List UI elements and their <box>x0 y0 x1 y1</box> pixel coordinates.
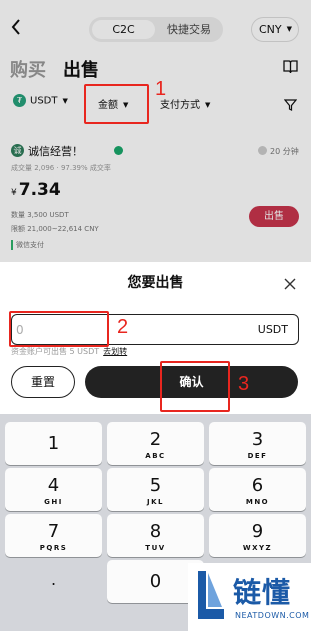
key-digit: 3 <box>251 429 264 450</box>
key-3[interactable]: 3 DEF <box>209 422 306 465</box>
key-digit: 4 <box>47 475 60 496</box>
key-6[interactable]: 6 MNO <box>209 468 306 511</box>
key-digit: 2 <box>149 429 162 450</box>
sell-sheet: 您要出售 USDT 2 资金账户可出售 5 USDT去划转 重置 确认 3 <box>0 262 311 414</box>
key-7[interactable]: 7 PQRS <box>5 514 102 557</box>
key-4[interactable]: 4 GHI <box>5 468 102 511</box>
key-2[interactable]: 2 ABC <box>107 422 204 465</box>
key-letters: DEF <box>247 452 268 460</box>
annotation-label-2: 2 <box>117 316 129 338</box>
key-digit: 5 <box>149 475 162 496</box>
key-dot[interactable]: . <box>5 560 102 603</box>
watermark-text: 链懂 <box>233 576 292 609</box>
annotation-label-1: 1 <box>155 78 167 100</box>
watermark-mark-icon <box>196 569 226 621</box>
key-5[interactable]: 5 JKL <box>107 468 204 511</box>
key-letters: WXYZ <box>242 544 273 552</box>
background-page: C2C 快捷交易 CNY ▼ 购买 出售 ₮ USDT ▼ 金额 ▼ 支付方式 ▼ 诚 … <box>0 0 311 262</box>
key-digit: 1 <box>47 433 60 454</box>
annotation-label-3: 3 <box>238 373 250 395</box>
unit-label: USDT <box>257 323 288 336</box>
key-digit: 7 <box>47 521 60 542</box>
key-letters: GHI <box>44 498 63 506</box>
key-1[interactable]: 1 <box>5 422 102 465</box>
key-digit: 8 <box>149 521 162 542</box>
key-letters: JKL <box>147 498 164 506</box>
key-digit: 6 <box>251 475 264 496</box>
annotation-box-3 <box>160 361 230 412</box>
watermark-logo: 链懂 NEATDOWN.COM <box>188 563 311 631</box>
key-letters: MNO <box>245 498 270 506</box>
key-9[interactable]: 9 WXYZ <box>209 514 306 557</box>
annotation-box-2 <box>9 311 109 347</box>
transfer-link[interactable]: 去划转 <box>103 347 127 356</box>
key-letters: TUV <box>145 544 166 552</box>
key-digit: 9 <box>251 521 264 542</box>
watermark-subtext: NEATDOWN.COM <box>235 611 310 620</box>
key-letters: PQRS <box>39 544 68 552</box>
reset-button[interactable]: 重置 <box>11 366 75 398</box>
available-balance: 资金账户可出售 5 USDT 去划转 <box>11 346 127 357</box>
dim-overlay[interactable] <box>0 0 311 262</box>
key-letters: ABC <box>145 452 166 460</box>
key-8[interactable]: 8 TUV <box>107 514 204 557</box>
sheet-title: 您要出售 <box>127 275 184 291</box>
annotation-box-1 <box>84 84 149 124</box>
balance-text: 资金账户可出售 5 USDT <box>11 347 100 356</box>
close-icon[interactable] <box>283 276 297 290</box>
